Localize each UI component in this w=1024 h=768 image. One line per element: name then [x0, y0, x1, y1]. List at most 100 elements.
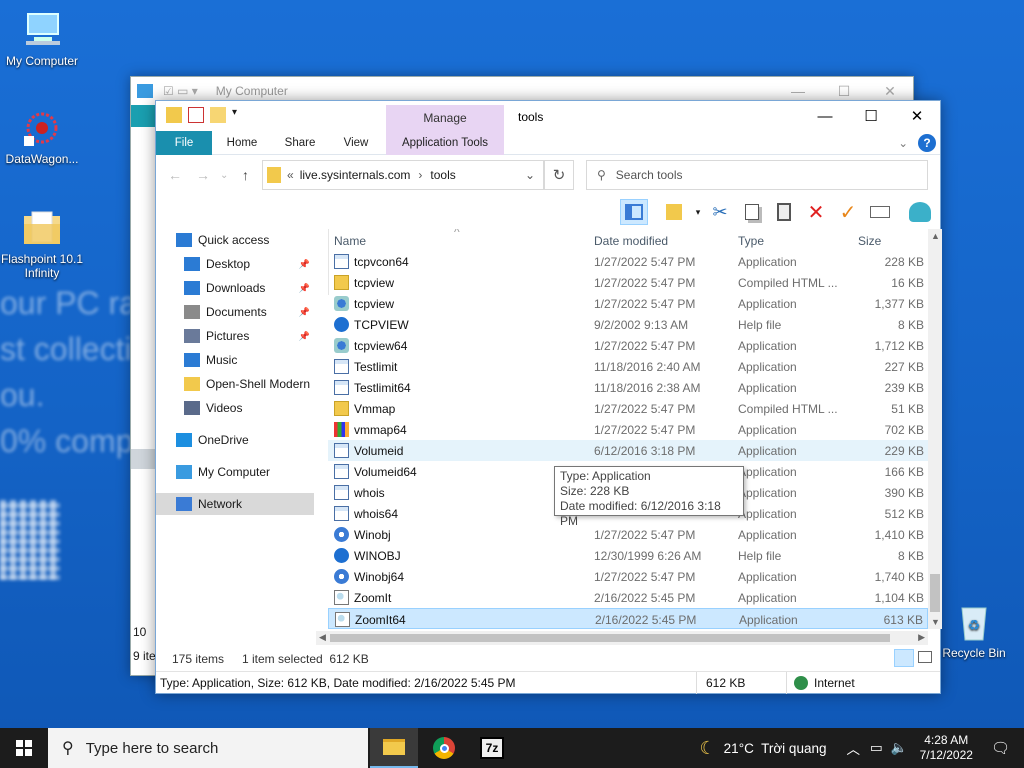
- folder-icon[interactable]: [166, 107, 182, 123]
- nav-item[interactable]: My Computer: [156, 461, 314, 483]
- horizontal-scrollbar[interactable]: ◀ ▶: [316, 631, 928, 645]
- column-date-modified[interactable]: Date modified: [594, 234, 668, 248]
- breadcrumb-separator-icon[interactable]: ›: [418, 168, 422, 182]
- address-dropdown-icon[interactable]: ⌄: [525, 168, 535, 182]
- file-row[interactable]: vmmap64 1/27/2022 5:47 PM Application 702 K…: [328, 419, 928, 440]
- ribbon-expand-chevron-icon[interactable]: ⌄: [898, 131, 908, 155]
- close-button[interactable]: ✕: [894, 101, 940, 131]
- tab-home[interactable]: Home: [216, 131, 268, 155]
- file-row[interactable]: tcpvcon64 1/27/2022 5:47 PM Application 228…: [328, 251, 928, 272]
- breadcrumb-overflow[interactable]: «: [287, 168, 294, 182]
- scroll-left-icon[interactable]: ◀: [319, 632, 326, 643]
- chrome-taskbar-button[interactable]: [420, 728, 468, 768]
- maximize-button[interactable]: ☐: [848, 101, 894, 131]
- chevron-down-icon[interactable]: ▾: [232, 107, 242, 123]
- nav-item[interactable]: Quick access: [156, 229, 314, 251]
- shell-icon[interactable]: [906, 199, 934, 225]
- nav-item[interactable]: Network: [156, 493, 314, 515]
- file-explorer-taskbar-button[interactable]: [370, 728, 418, 768]
- desktop-icon-recycle-bin[interactable]: ♻ Recycle Bin: [932, 602, 1016, 660]
- file-row[interactable]: Volumeid 6/12/2016 3:18 PM Application 229 …: [328, 440, 928, 461]
- column-type[interactable]: Type: [738, 234, 764, 248]
- nav-item[interactable]: Music: [156, 349, 314, 371]
- file-row[interactable]: tcpview 1/27/2022 5:47 PM Application 1,377…: [328, 293, 928, 314]
- tab-file[interactable]: File: [156, 131, 212, 155]
- refresh-button[interactable]: ↻: [544, 160, 574, 190]
- file-row[interactable]: WINOBJ 12/30/1999 6:26 AM Help file 8 KB: [328, 545, 928, 566]
- recent-chevron-icon[interactable]: ⌄: [220, 170, 228, 181]
- breadcrumb-part[interactable]: tools: [430, 168, 455, 182]
- scroll-thumb[interactable]: [930, 574, 940, 612]
- nav-item[interactable]: Open-Shell Modern: [156, 373, 314, 395]
- delete-icon[interactable]: ✕: [802, 199, 830, 225]
- minimize-button[interactable]: —: [802, 101, 848, 131]
- address-bar[interactable]: « live.sysinternals.com › tools ⌄: [262, 160, 544, 190]
- desktop-icon-flashpoint[interactable]: Flashpoint 10.1 Infinity: [0, 208, 84, 280]
- scroll-thumb[interactable]: [330, 634, 890, 642]
- desktop-icon-my-computer[interactable]: My Computer: [0, 10, 84, 68]
- help-icon[interactable]: ?: [918, 134, 936, 152]
- desktop-icon-datawagon[interactable]: DataWagon...: [0, 108, 84, 166]
- copy-icon[interactable]: [738, 199, 766, 225]
- volume-icon[interactable]: 🔈: [891, 740, 908, 756]
- cut-icon[interactable]: ✂: [706, 199, 734, 225]
- breadcrumb-part[interactable]: live.sysinternals.com: [300, 168, 411, 182]
- weather-text[interactable]: 21°C Trời quang: [724, 741, 827, 756]
- preview-pane-icon[interactable]: [620, 199, 648, 225]
- column-size[interactable]: Size: [858, 234, 881, 248]
- tab-share[interactable]: Share: [274, 131, 326, 155]
- tab-view[interactable]: View: [332, 131, 380, 155]
- checkmark-icon[interactable]: ✓: [834, 199, 862, 225]
- file-row[interactable]: ZoomIt64 2/16/2022 5:45 PM Application 613 …: [328, 608, 928, 629]
- column-name[interactable]: Name: [334, 234, 366, 248]
- 7zip-taskbar-button[interactable]: 7z: [468, 728, 516, 768]
- file-row[interactable]: tcpview64 1/27/2022 5:47 PM Application 1,7…: [328, 335, 928, 356]
- start-button[interactable]: [0, 728, 48, 768]
- downloads-icon: [184, 281, 200, 295]
- nav-item[interactable]: Videos: [156, 397, 314, 419]
- scroll-down-icon[interactable]: ▼: [931, 617, 940, 627]
- clock[interactable]: 4:28 AM 7/12/2022: [920, 733, 973, 763]
- nav-item[interactable]: Documents 📌: [156, 301, 314, 323]
- file-row[interactable]: TCPVIEW 9/2/2002 9:13 AM Help file 8 KB: [328, 314, 928, 335]
- rename-icon[interactable]: [866, 199, 894, 225]
- paste-icon[interactable]: [770, 199, 798, 225]
- vertical-scrollbar[interactable]: ▲ ▼: [928, 229, 942, 629]
- desktop-icon: [184, 257, 200, 271]
- up-arrow-icon[interactable]: ↑: [242, 167, 249, 183]
- network-icon[interactable]: ▭: [870, 740, 883, 756]
- nav-item[interactable]: Desktop 📌: [156, 253, 314, 275]
- details-view-icon[interactable]: [894, 649, 914, 667]
- file-row[interactable]: Testlimit64 11/18/2016 2:38 AM Application…: [328, 377, 928, 398]
- scroll-right-icon[interactable]: ▶: [918, 632, 925, 643]
- scroll-up-icon[interactable]: ▲: [931, 231, 940, 241]
- explorer-window[interactable]: ▾ Manage tools — ☐ ✕ File Home Share Vie…: [155, 100, 942, 694]
- taskbar-search-input[interactable]: ⚲ Type here to search: [48, 728, 368, 768]
- column-divider[interactable]: [328, 229, 329, 251]
- properties-icon[interactable]: [188, 107, 204, 123]
- nav-item[interactable]: OneDrive: [156, 429, 314, 451]
- chevron-up-icon[interactable]: ︿: [846, 738, 860, 758]
- nav-item[interactable]: Pictures 📌: [156, 325, 314, 347]
- large-icons-view-icon[interactable]: [918, 651, 932, 663]
- new-folder-icon[interactable]: [210, 107, 226, 123]
- search-input[interactable]: ⚲ Search tools: [586, 160, 928, 190]
- nav-item-label: Videos: [206, 401, 243, 415]
- nav-item-label: Music: [206, 353, 238, 367]
- file-row[interactable]: tcpview 1/27/2022 5:47 PM Compiled HTML ..…: [328, 272, 928, 293]
- notification-icon[interactable]: 🗨: [991, 739, 1010, 757]
- title-bar[interactable]: ▾ Manage tools — ☐ ✕: [156, 101, 940, 131]
- system-tray: ☾ 21°C Trời quang ︿ ▭ 🔈 4:28 AM 7/12/202…: [700, 728, 1024, 768]
- manage-context-tab[interactable]: Manage: [386, 105, 504, 131]
- compiled-html-icon: [334, 401, 349, 416]
- quick-access-star-icon: [176, 233, 192, 247]
- back-arrow-icon[interactable]: ←: [168, 167, 182, 183]
- file-name: ZoomIt64: [355, 613, 406, 627]
- file-row[interactable]: Testlimit 11/18/2016 2:40 AM Application 22…: [328, 356, 928, 377]
- forward-arrow-icon[interactable]: →: [196, 167, 210, 183]
- file-row[interactable]: Vmmap 1/27/2022 5:47 PM Compiled HTML ... 5…: [328, 398, 928, 419]
- tab-application-tools[interactable]: Application Tools: [386, 131, 504, 155]
- file-row[interactable]: Winobj64 1/27/2022 5:47 PM Application 1,74…: [328, 566, 928, 587]
- file-row[interactable]: ZoomIt 2/16/2022 5:45 PM Application 1,104 …: [328, 587, 928, 608]
- nav-item[interactable]: Downloads 📌: [156, 277, 314, 299]
